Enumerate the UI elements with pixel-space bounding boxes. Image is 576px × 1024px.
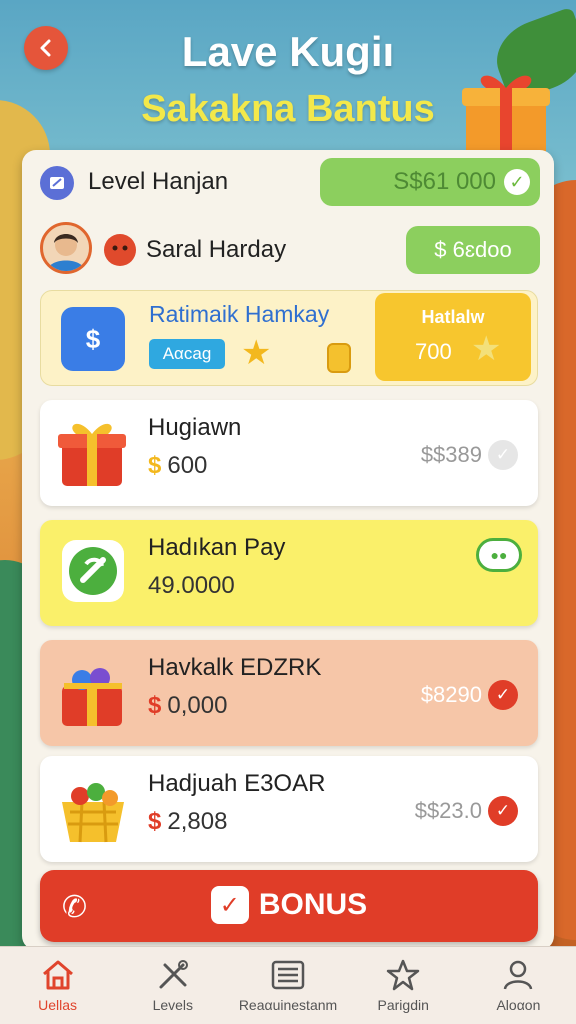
reward-item[interactable]: Hugiawn $600 $$389 ✓	[40, 400, 538, 506]
reward-price: $8290	[420, 682, 482, 707]
reward-amount-value: 600	[167, 452, 208, 479]
check-icon[interactable]: ✓	[488, 796, 518, 826]
promo-box-value: 700	[415, 339, 452, 364]
reward-amount-value: 49.0000	[148, 572, 235, 599]
reward-name: Hadjuah E3OAR	[148, 770, 326, 797]
tab-account[interactable]: Aloαon	[461, 947, 576, 1024]
home-icon	[42, 960, 73, 989]
reward-amount: $0,000	[148, 692, 227, 720]
star-icon: ★	[241, 334, 272, 372]
level-label: Level Hanjan	[88, 168, 229, 195]
list-icon	[271, 960, 305, 989]
currency-symbol: $	[148, 452, 162, 479]
avatar[interactable]	[40, 222, 92, 274]
level-amount-pill[interactable]: S$61 000 ✓	[320, 158, 540, 206]
reward-item[interactable]: Hadıkan Pay 49.0000 ●●	[40, 520, 538, 626]
chat-badge-icon[interactable]: ●●	[476, 538, 522, 572]
promo-card[interactable]: $ Ratimaik Hamkay Aαcag ★ Hatlalw 700 ★	[40, 290, 538, 386]
reward-price: $$389	[420, 442, 482, 467]
user-amount-pill[interactable]: $ 6ɛdoo	[406, 226, 540, 274]
reward-amount: $2,808	[148, 808, 227, 836]
bonus-button[interactable]: ✆ ✓ BONUS	[40, 870, 538, 942]
bonus-label: BONUS	[258, 888, 368, 921]
reward-item[interactable]: Havkalk EDZRK $0,000 $8290 ✓	[40, 640, 538, 746]
coin-icon	[327, 343, 351, 373]
user-icon	[504, 960, 533, 989]
level-amount: S$61 000	[393, 168, 496, 195]
tab-label: Aloαon	[496, 996, 541, 1013]
check-icon[interactable]: ✓	[488, 440, 518, 470]
level-icon	[40, 166, 74, 200]
dice-icon: $	[61, 307, 125, 371]
tools-icon	[159, 959, 188, 988]
star-icon: ★	[471, 330, 502, 368]
reward-item[interactable]: Hadjuah E3OAR $2,808 $$23.0 ✓	[40, 756, 538, 862]
tab-levels[interactable]: Levels	[115, 947, 230, 1024]
tab-label: Reaαuinestanm	[238, 996, 338, 1013]
level-row: Level Hanjan S$61 000 ✓	[40, 158, 540, 206]
check-icon[interactable]: ✓	[488, 680, 518, 710]
user-row: Saral Harday $ 6ɛdoo	[40, 222, 540, 278]
basket-icon	[62, 783, 124, 843]
tab-label: Levels	[152, 996, 194, 1013]
gift-box-icon	[462, 75, 550, 156]
gift-box-icon	[58, 423, 126, 486]
reward-name: Hadıkan Pay	[148, 534, 286, 561]
bonus-label-wrap: ✓ BONUS	[40, 886, 538, 924]
user-name: Saral Harday	[146, 236, 287, 263]
tab-favorites[interactable]: Parigdin	[346, 947, 461, 1024]
reward-price: $$23.0	[414, 798, 482, 823]
checkbox-icon: ✓	[210, 886, 249, 924]
reward-amount: 49.0000	[148, 572, 235, 600]
check-icon: ✓	[504, 169, 530, 195]
tab-list[interactable]: Reaαuinestanm	[230, 947, 345, 1024]
currency-symbol: $	[148, 692, 162, 719]
pay-app-icon	[62, 540, 124, 602]
reward-amount-value: 2,808	[167, 808, 228, 835]
reward-name: Hugiawn	[148, 414, 242, 441]
bottom-tab-bar: Uellas Levels Reaαuinestanm Parigdin Alo…	[0, 946, 576, 1024]
badge-icon	[104, 234, 136, 266]
reward-amount: $600	[148, 452, 207, 480]
gift-box-icon	[62, 668, 122, 726]
promo-box-label: Hatlalw	[421, 307, 485, 327]
reward-amount-value: 0,000	[167, 692, 228, 719]
promo-title: Ratimaik Hamkay	[149, 301, 330, 327]
reward-name: Havkalk EDZRK	[148, 654, 322, 681]
promo-value-box[interactable]: Hatlalw 700 ★	[375, 293, 531, 381]
tab-label: Parigdin	[377, 996, 429, 1013]
tab-label: Uellas	[38, 996, 78, 1013]
promo-tag[interactable]: Aαcag	[149, 339, 225, 369]
star-icon	[386, 959, 420, 990]
currency-symbol: $	[148, 808, 162, 835]
tab-home[interactable]: Uellas	[0, 947, 115, 1024]
